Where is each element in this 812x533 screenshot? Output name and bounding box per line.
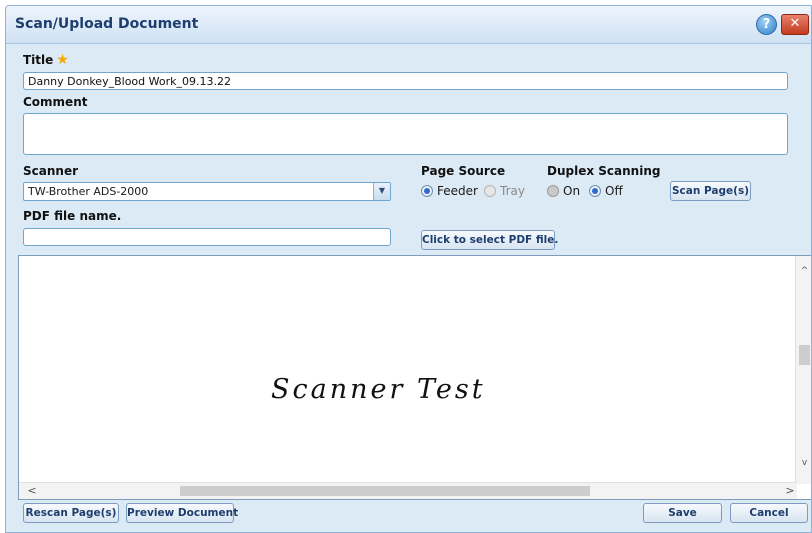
horizontal-scrollbar[interactable]: < > [19, 482, 797, 499]
page-source-label: Page Source [421, 164, 506, 178]
title-label-text: Title [23, 53, 54, 67]
radio-unselected-icon [547, 185, 559, 197]
select-pdf-file-button[interactable]: Click to select PDF file. [421, 230, 558, 250]
dialog-titlebar: Scan/Upload Document ? ✕ [6, 6, 811, 44]
radio-selected-icon [421, 185, 433, 197]
help-icon[interactable]: ? [756, 14, 777, 35]
page-source-tray-radio: Tray [484, 184, 525, 198]
rescan-pages-button[interactable]: Rescan Page(s) [23, 503, 119, 523]
scanned-handwriting: Scanner Test [271, 374, 486, 405]
required-star-icon: ★ [56, 52, 69, 68]
vertical-scroll-thumb[interactable] [799, 345, 810, 365]
duplex-off-radio[interactable]: Off [589, 184, 623, 198]
scanner-select[interactable]: TW-Brother ADS-2000 ▼ [23, 182, 391, 201]
title-label: Title ★ [23, 52, 69, 68]
cancel-button[interactable]: Cancel [730, 503, 808, 523]
scan-pages-button[interactable]: Scan Page(s) [670, 181, 751, 201]
save-button[interactable]: Save [643, 503, 722, 523]
page-source-feeder-radio[interactable]: Feeder [421, 184, 478, 198]
scroll-left-icon[interactable]: < [25, 483, 39, 499]
duplex-scanning-label: Duplex Scanning [547, 164, 661, 178]
scroll-down-icon[interactable]: v [796, 456, 811, 470]
close-icon[interactable]: ✕ [781, 14, 809, 35]
scanner-select-value: TW-Brother ADS-2000 [28, 185, 149, 198]
duplex-on-label: On [563, 184, 581, 198]
comment-label: Comment [23, 95, 88, 109]
page-source-feeder-label: Feeder [437, 184, 478, 198]
title-input[interactable]: Danny Donkey_Blood Work_09.13.22 [23, 72, 788, 90]
pdf-file-name-label: PDF file name. [23, 209, 122, 223]
scroll-up-icon[interactable]: ^ [796, 264, 811, 278]
duplex-on-radio[interactable]: On [547, 184, 580, 198]
scroll-right-icon[interactable]: > [783, 483, 797, 499]
comment-textarea[interactable] [23, 113, 788, 155]
horizontal-scroll-thumb[interactable] [180, 486, 590, 496]
radio-selected-icon [589, 185, 601, 197]
page-source-tray-label: Tray [500, 184, 525, 198]
radio-unselected-icon [484, 185, 496, 197]
duplex-off-label: Off [605, 184, 623, 198]
dialog-title: Scan/Upload Document [15, 16, 199, 32]
pdf-file-name-input[interactable] [23, 228, 391, 246]
scan-upload-dialog: Scan/Upload Document ? ✕ Title ★ Danny Do… [5, 5, 812, 533]
vertical-scrollbar[interactable]: ^ v [795, 256, 811, 484]
preview-document-button[interactable]: Preview Document [126, 503, 238, 523]
scanner-label: Scanner [23, 164, 78, 178]
chevron-down-icon[interactable]: ▼ [373, 183, 390, 200]
scan-preview-pane[interactable]: Scanner Test ^ v < > [18, 255, 811, 500]
